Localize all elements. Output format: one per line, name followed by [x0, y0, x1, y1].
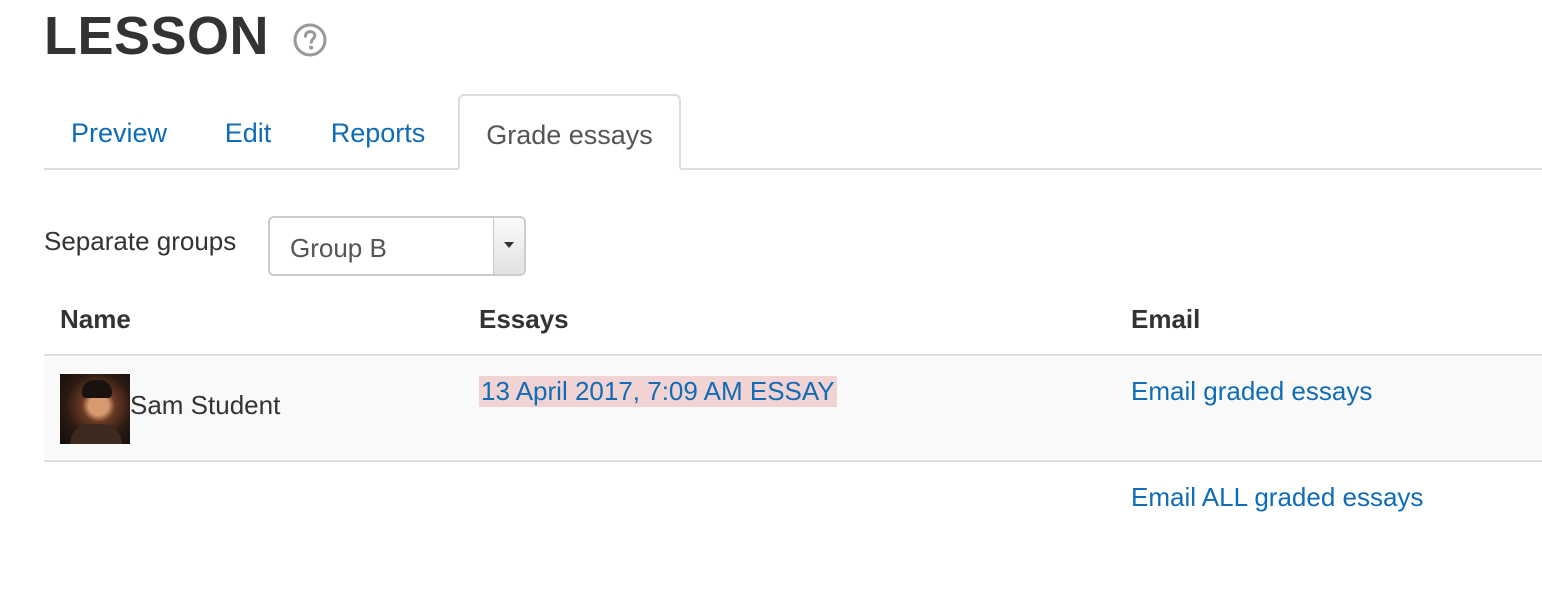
essays-table: Name Essays Email Sam Student 13 April 2…: [44, 290, 1542, 462]
column-header-essays: Essays: [479, 304, 569, 334]
tab-bar: Preview Edit Reports Grade essays: [44, 94, 1542, 170]
tab-reports[interactable]: Reports: [319, 94, 437, 170]
column-header-name: Name: [60, 304, 131, 334]
page: LESSON Preview Edit Reports Grade essays…: [0, 0, 1542, 598]
email-graded-essays-link[interactable]: Email graded essays: [1131, 376, 1372, 407]
avatar-hair: [82, 380, 112, 398]
group-select-value: Group B: [290, 233, 387, 263]
table-row: Sam Student 13 April 2017, 7:09 AM ESSAY…: [44, 356, 1542, 462]
avatar[interactable]: [60, 374, 130, 444]
page-title: LESSON: [44, 6, 270, 66]
student-name-link[interactable]: Sam Student: [130, 390, 280, 421]
avatar-shirt: [70, 424, 122, 444]
tab-preview[interactable]: Preview: [44, 94, 194, 170]
question-circle-icon[interactable]: [293, 23, 327, 57]
column-header-email: Email: [1131, 304, 1201, 334]
tab-edit[interactable]: Edit: [209, 94, 287, 170]
table-header: Name Essays Email: [44, 290, 1542, 356]
page-heading: LESSON: [44, 4, 327, 68]
group-select[interactable]: Group B: [268, 216, 526, 276]
tab-grade-essays[interactable]: Grade essays: [458, 94, 681, 170]
group-filter-label: Separate groups: [44, 226, 237, 256]
chevron-down-icon[interactable]: [493, 218, 524, 274]
essay-link[interactable]: 13 April 2017, 7:09 AM ESSAY: [479, 376, 837, 407]
email-all-graded-essays-link[interactable]: Email ALL graded essays: [1131, 482, 1423, 513]
